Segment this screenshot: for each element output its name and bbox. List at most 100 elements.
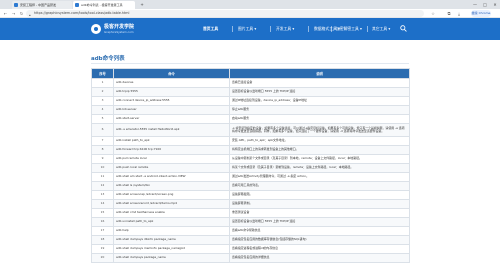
row-number: 19 [91,244,114,254]
row-description: 查看可用工具的列表。 [229,181,410,191]
menu-other-tools[interactable]: 其它工具 ▾ [372,18,390,40]
search-icon[interactable] [400,25,407,32]
adb-command-table: 序号 命令 说明 1 adb devices 查看已连接设备 2 adb tcpip 5… [91,68,410,263]
row-command: adb help [113,226,230,236]
table-row: 20 adb shell dumpsys package_name 查看指定包名应用… [91,253,410,263]
menu-home[interactable]: 首页工具 [203,18,218,40]
column-header-description: 说明 [229,68,410,79]
row-number: 8 [91,145,114,155]
forward-icon[interactable]: → [10,9,17,18]
site-logo-icon[interactable] [91,24,101,34]
url-text: https://graphicsystem.com/tools/tool-cla… [34,11,130,15]
table-row: 18 adb shell dumpsys dbinfo package_name 查… [91,235,410,245]
menu-divider [270,26,271,32]
row-number: 6 [91,123,114,137]
menu-image-tools[interactable]: 图片工具 ▾ [238,18,256,40]
row-number: 13 [91,190,114,200]
address-bar-row: ← → ↻ 🔒︎ https://graphicsystem.com/tools… [0,9,500,22]
row-description: 设备屏幕截图。 [229,190,410,200]
favicon-icon [14,3,18,7]
table-row: 9 adb pull remote local 从设备中复制某个文件或目录（及其子目… [91,154,410,164]
table-row: 4 adb kill-server 停止adb服务 [91,105,410,115]
reload-icon[interactable]: ↻ [18,9,25,18]
table-row: 2 adb tcpip 5555 设置目标设备以监听端口 5555 上的 TCP/I… [91,87,410,97]
title-divider [91,63,409,64]
star-icon[interactable]: ☆ [430,10,436,17]
row-number: 12 [91,181,114,191]
row-number: 4 [91,105,114,115]
row-command: adb uninstall path_to_apk [113,217,230,227]
site-header: 极客开发学院 GraphicsSystem.com 首页工具 图片工具 ▾ 开发… [0,18,500,40]
new-tab-button[interactable]: + [137,0,147,9]
row-number: 5 [91,114,114,124]
row-description: 查看adb命令帮助信息 [229,226,410,236]
column-header-command: 命令 [113,68,230,79]
row-command: adb install path_to_apk [113,136,230,146]
row-description: 将某个文件或目录（及其子目录）复制到设备，remote：设备上文件路径，loca… [229,163,410,173]
row-description: 将特定主机端口上的请求转发到设备上的其他端口。 [229,145,410,155]
table-row: 5 adb start-server 启动adb服务 [91,114,410,124]
row-description: 停止adb服务 [229,105,410,115]
row-description: 通过adb发送Activity管理器命令，可通过 -a 指定 action。 [229,172,410,182]
row-command: adb connect device_ip_address:5555 [113,96,230,106]
row-command: adb shell am start -a android.intent.act… [113,172,230,182]
table-row: 1 adb devices 查看已连接设备 [91,78,410,88]
row-number: 1 [91,78,114,88]
row-description: 查看已连接设备 [229,78,410,88]
page-title: adb命令列表 [91,56,125,62]
row-command: adb tcpip 5555 [113,87,230,97]
tab-label: adb命令列表 - 极客开发者工具 [81,3,123,7]
row-description: 从设备中复制某个文件或目录（及其子目录）到本地，remote：设备上文件路径，l… [229,154,410,164]
row-command: adb shell dumpsys package_name [113,253,230,263]
profile-sync-button[interactable]: 继续 Chrome 同步 [471,10,491,22]
row-description: -s 将安装到指定的设备，如果有多个设备连接，可以通过-s指定目标设备。如果有多… [229,123,410,137]
row-description: 设备屏幕录制。 [229,199,410,209]
menu-dev-tools[interactable]: 开发工具 ▾ [276,18,294,40]
row-command: adb kill-server [113,105,230,115]
column-header-no: 序号 [91,68,114,79]
minimize-button[interactable]: — [470,0,480,9]
row-description: 查看指定包名应用的详细信息 [229,253,410,263]
table-body: 1 adb devices 查看已连接设备 2 adb tcpip 5555 设置目标设备… [91,78,410,263]
table-row: 13 adb shell screencap /sdcard/screen.png… [91,190,410,200]
table-row: 8 adb forward tcp:6100 tcp:7100 将特定主机端口上的请… [91,145,410,155]
row-number: 15 [91,208,114,218]
row-command: adb start-server [113,114,230,124]
row-command: adb devices [113,78,230,88]
extensions-icon[interactable]: ⧉ [446,10,452,17]
row-command: adb push local remote [113,163,230,173]
tab-active[interactable]: adb命令列表 - 极客开发者工具 [73,1,135,9]
row-number: 7 [91,136,114,146]
row-command: adb shell ls /system/bin [113,181,230,191]
row-number: 20 [91,253,114,263]
row-number: 17 [91,226,114,236]
row-number: 18 [91,235,114,245]
tab-strip: 安装工程师 - 中国产品研发 adb命令列表 - 极客开发者工具 + — □ ✕ [0,0,500,9]
table-row: 11 adb shell am start -a android.intent.a… [91,172,410,182]
back-icon[interactable]: ← [2,9,9,18]
download-icon[interactable]: ⤓ [456,10,462,17]
table-row: 14 adb shell screenrecord /sdcard/demo.mp… [91,199,410,209]
row-number: 16 [91,217,114,227]
menu-divider [232,26,233,32]
row-command: adb shell cmd testharness enable [113,208,230,218]
row-description: 通过IP地址连接到设备，device_ip_address：设备IP地址 [229,96,410,106]
maximize-button[interactable]: □ [480,0,490,9]
table-row: 3 adb connect device_ip_address:5555 通过IP地… [91,96,410,106]
table-row: 10 adb push local remote 将某个文件或目录（及其子目录）复制… [91,163,410,173]
row-command: adb forward tcp:6100 tcp:7100 [113,145,230,155]
row-number: 10 [91,163,114,173]
close-window-button[interactable]: ✕ [490,0,500,9]
row-command: adb shell dumpsys dbinfo package_name [113,235,230,245]
table-row: 16 adb uninstall path_to_apk 设置目标设备以监听端口 5… [91,217,410,227]
row-number: 14 [91,199,114,209]
tab-inactive[interactable]: 安装工程师 - 中国产品研发 [12,1,72,9]
row-command: adb shell screenrecord /sdcard/demo.mp4 [113,199,230,209]
site-logo-title[interactable]: 极客开发学院 [104,23,134,30]
table-row: 6 adb -s emulator-5555 install HelloWorld… [91,123,410,137]
row-command: adb -s emulator-5555 install HelloWorld.… [113,123,230,137]
row-description: 设置目标设备以监听端口 5555 上的 TCP/IP 连接 [229,217,410,227]
url-field[interactable]: 🔒︎ https://graphicsystem.com/tools/tool-… [26,10,424,17]
row-description: 启动adb服务 [229,114,410,124]
menu-crypto-tools[interactable]: 加密解密工具 ▾ [336,18,362,40]
